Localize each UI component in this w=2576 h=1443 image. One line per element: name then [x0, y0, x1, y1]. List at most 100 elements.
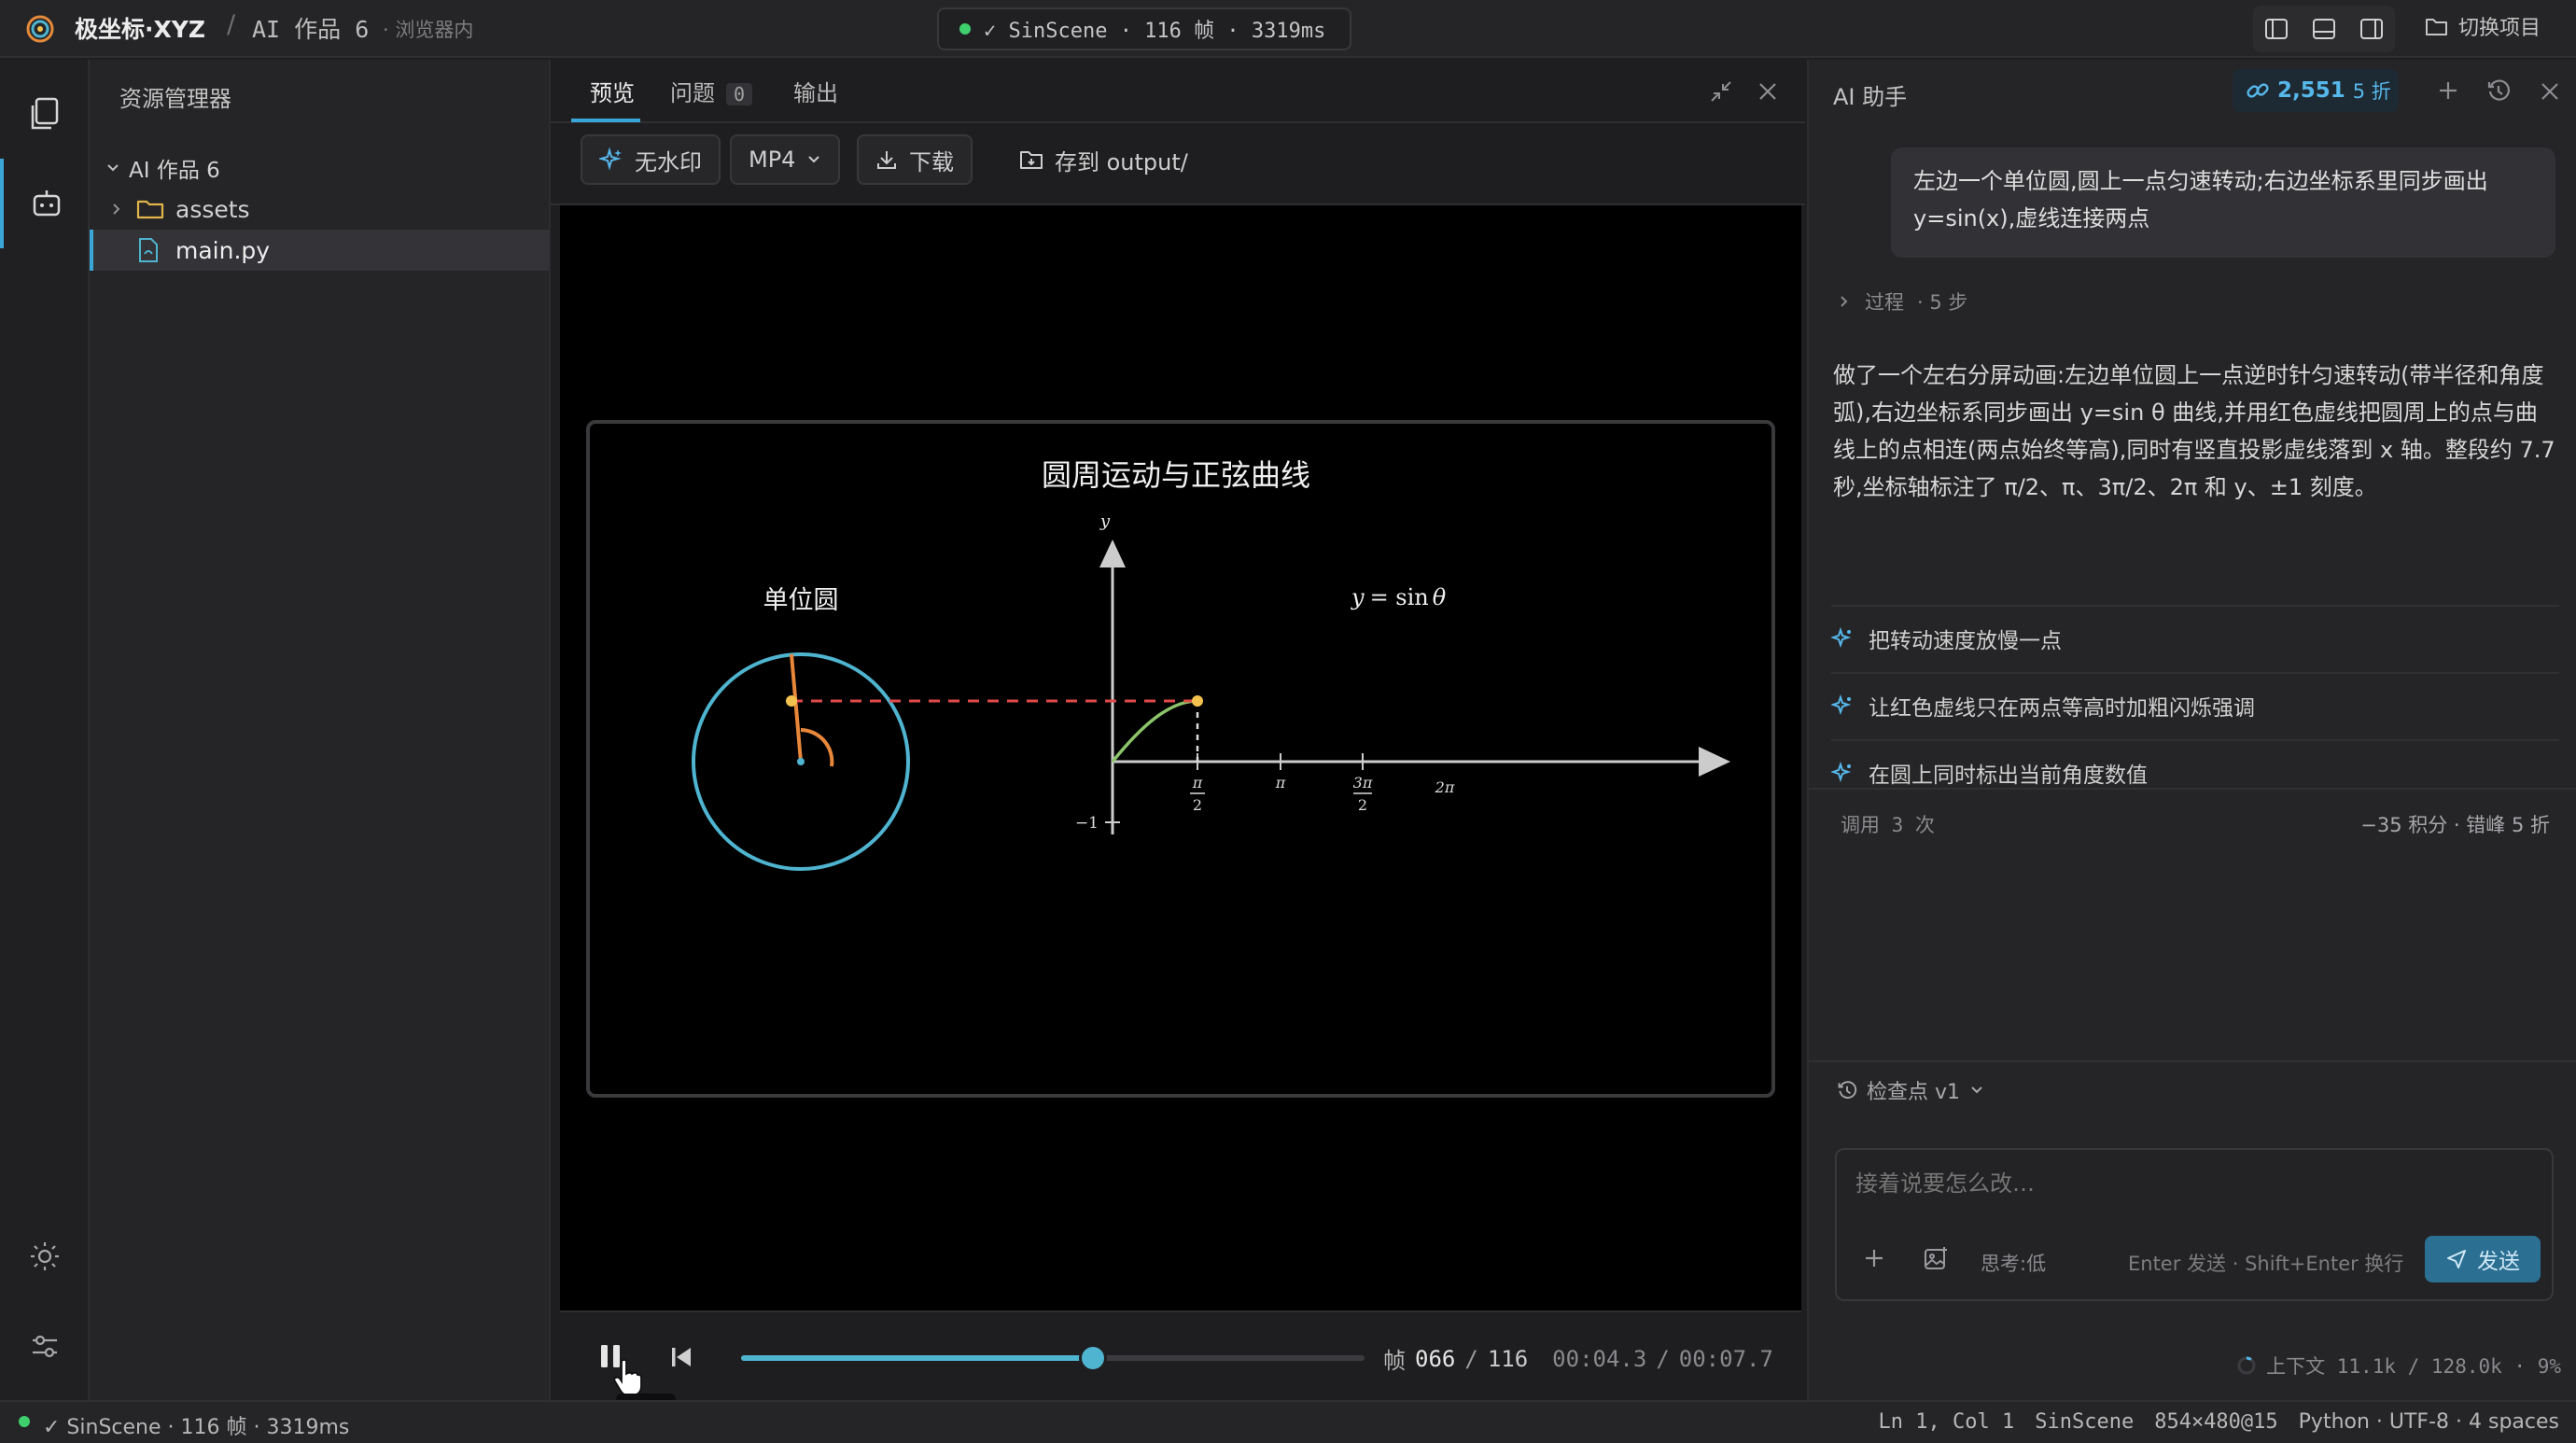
download-button[interactable]: 下载	[857, 134, 973, 185]
tick-2pi-label: 2π	[1435, 778, 1455, 796]
frame-counter: 帧 066 / 116 00:04.3 / 00:07.7	[1383, 1342, 1773, 1375]
usage-row: 调用 3 次 −35 积分 · 错峰 5 折	[1809, 788, 2576, 853]
skip-back-button[interactable]	[668, 1344, 694, 1370]
sparkle-icon	[1831, 627, 1854, 650]
unit-circle-label: 单位圆	[763, 586, 839, 615]
tree-root-folder[interactable]: AI 作品 6	[90, 147, 549, 189]
close-icon[interactable]	[1757, 80, 1779, 103]
assistant-title: AI 助手	[1833, 84, 1908, 110]
chevron-down-icon	[105, 160, 129, 176]
x-axis-arrow	[1699, 747, 1730, 777]
time-separator: /	[1656, 1345, 1670, 1372]
process-toggle[interactable]: 过程 · 5 步	[1837, 287, 1967, 315]
chat-input[interactable]	[1855, 1165, 2527, 1221]
tab-output[interactable]: 输出	[793, 75, 838, 107]
app-name: 极坐标·XYZ	[75, 16, 206, 43]
checkpoint-select[interactable]: 检查点 v1	[1809, 1060, 2576, 1118]
tab-preview[interactable]: 预览	[590, 75, 635, 107]
frame-total: 116	[1487, 1345, 1529, 1372]
usage-calls: 调用 3 次	[1841, 814, 1935, 836]
frame-current: 066	[1415, 1345, 1456, 1372]
tree-root-label: AI 作品 6	[129, 159, 220, 183]
suggestion-item[interactable]: 把转动速度放慢一点	[1831, 605, 2559, 670]
tree-item-main-py[interactable]: main.py	[90, 230, 549, 271]
resolution[interactable]: 854×480@15	[2154, 1410, 2277, 1434]
project-name[interactable]: AI 作品 6	[252, 11, 369, 45]
suggestion-item[interactable]: 让红色虚线只在两点等高时加粗闪烁强调	[1831, 672, 2559, 737]
new-chat-icon[interactable]	[2436, 78, 2460, 103]
suggestion-label: 让红色虚线只在两点等高时加粗闪烁强调	[1869, 696, 2255, 721]
time-current: 00:04.3	[1552, 1345, 1647, 1372]
time-total: 00:07.7	[1678, 1345, 1773, 1372]
history-icon	[1837, 1080, 1857, 1100]
suggestion-label: 把转动速度放慢一点	[1869, 629, 2062, 653]
formula-eq: = sin	[1370, 584, 1429, 610]
switch-project-label: 切换项目	[2458, 17, 2541, 40]
toggle-left-panel-icon[interactable]	[2263, 16, 2289, 42]
progress-track[interactable]	[741, 1344, 1365, 1372]
user-message: 左边一个单位圆,圆上一点匀速转动;右边坐标系里同步画出 y=sin(x),虚线连…	[1891, 147, 2555, 258]
sun-icon	[29, 1240, 61, 1272]
tab-problems[interactable]: 问题 0	[670, 75, 753, 107]
context-ring-icon	[2236, 1355, 2257, 1376]
credits-badge[interactable]: 2,551 5 折	[2233, 69, 2399, 112]
scene-name[interactable]: SinScene	[2035, 1410, 2134, 1434]
toggle-bottom-panel-icon[interactable]	[2311, 16, 2337, 42]
circle-point-dot	[786, 695, 797, 707]
tick-pi-half-num: π	[1192, 774, 1203, 792]
link-icon	[2246, 78, 2270, 103]
chat-input-box: 思考:低 Enter 发送 · Shift+Enter 换行 发送	[1835, 1148, 2554, 1301]
collapse-icon[interactable]	[1708, 78, 1734, 105]
player-controls: 帧 066 / 116 00:04.3 / 00:07.7	[560, 1310, 1801, 1400]
cursor-position[interactable]: Ln 1, Col 1	[1879, 1410, 2015, 1434]
sine-curve-smooth	[1111, 699, 1198, 764]
progress-fill	[741, 1355, 1094, 1361]
activity-ai-assistant[interactable]	[0, 159, 90, 248]
language-encoding[interactable]: Python · UTF-8 · 4 spaces	[2299, 1410, 2559, 1434]
add-image-icon[interactable]	[1923, 1245, 1949, 1271]
save-output-label: 存到 output/	[1055, 148, 1188, 175]
scene-title: 圆周运动与正弦曲线	[1042, 457, 1310, 493]
panel-tab-bar: 预览 问题 0 输出	[551, 60, 1805, 123]
tick-neg1-label: −1	[1075, 814, 1099, 833]
render-status-pill: ✓ SinScene · 116 帧 · 3319ms	[937, 7, 1351, 50]
preview-panel: 预览 问题 0 输出 无水印 MP4 下载 存到 output/ 圆周运动与正弦…	[551, 60, 1805, 1400]
watermark-toggle-button[interactable]: 无水印	[581, 134, 721, 185]
formula-y: y	[1351, 584, 1365, 610]
context-usage-text: 上下文 11.1k / 128.0k · 9%	[2266, 1355, 2561, 1378]
status-dot-icon	[959, 23, 971, 35]
add-attachment-icon[interactable]	[1863, 1247, 1885, 1269]
toggle-right-panel-icon[interactable]	[2359, 16, 2385, 42]
explorer-title: 资源管理器	[119, 86, 231, 112]
activity-bar	[0, 60, 90, 1400]
close-icon[interactable]	[2539, 80, 2561, 103]
history-icon[interactable]	[2486, 78, 2511, 103]
tree-item-assets[interactable]: assets	[90, 189, 549, 230]
tick-pi-label: π	[1275, 774, 1286, 792]
send-label: 发送	[2477, 1250, 2520, 1274]
tree-item-label: main.py	[175, 236, 271, 264]
sparkle-icon	[599, 147, 623, 172]
activity-theme[interactable]	[0, 1212, 90, 1301]
progress-knob[interactable]	[1079, 1344, 1108, 1372]
thinking-level[interactable]: 思考:低	[1981, 1249, 2046, 1277]
sparkle-icon	[1831, 762, 1854, 784]
activity-files[interactable]	[0, 69, 90, 159]
app-window: 极坐标·XYZ / AI 作品 6 · 浏览器内 ✓ SinScene · 11…	[0, 0, 2576, 1443]
tick-3pi-half-num: 3π	[1353, 774, 1373, 792]
checkpoint-label: 检查点 v1	[1867, 1081, 1961, 1104]
save-output-button[interactable]: 存到 output/	[1001, 134, 1207, 185]
tree-item-label: assets	[175, 195, 250, 223]
send-button[interactable]: 发送	[2425, 1236, 2541, 1282]
switch-project-button[interactable]: 切换项目	[2425, 11, 2541, 41]
files-icon	[28, 96, 62, 132]
tick-3pi-half-den: 2	[1358, 796, 1367, 814]
skip-to-start-icon	[668, 1344, 694, 1370]
preview-toolbar: 无水印 MP4 下载 存到 output/	[551, 123, 1805, 205]
activity-settings[interactable]	[0, 1301, 90, 1391]
input-hint: Enter 发送 · Shift+Enter 换行	[2128, 1253, 2404, 1275]
scene-frame: 圆周运动与正弦曲线 单位圆 y = sin θ y −1 π 2 π 3π 2 …	[586, 420, 1775, 1098]
usage-cost: −35 积分 · 错峰 5 折	[2360, 814, 2550, 836]
app-logo-icon	[26, 15, 54, 43]
format-select[interactable]: MP4	[730, 134, 841, 185]
